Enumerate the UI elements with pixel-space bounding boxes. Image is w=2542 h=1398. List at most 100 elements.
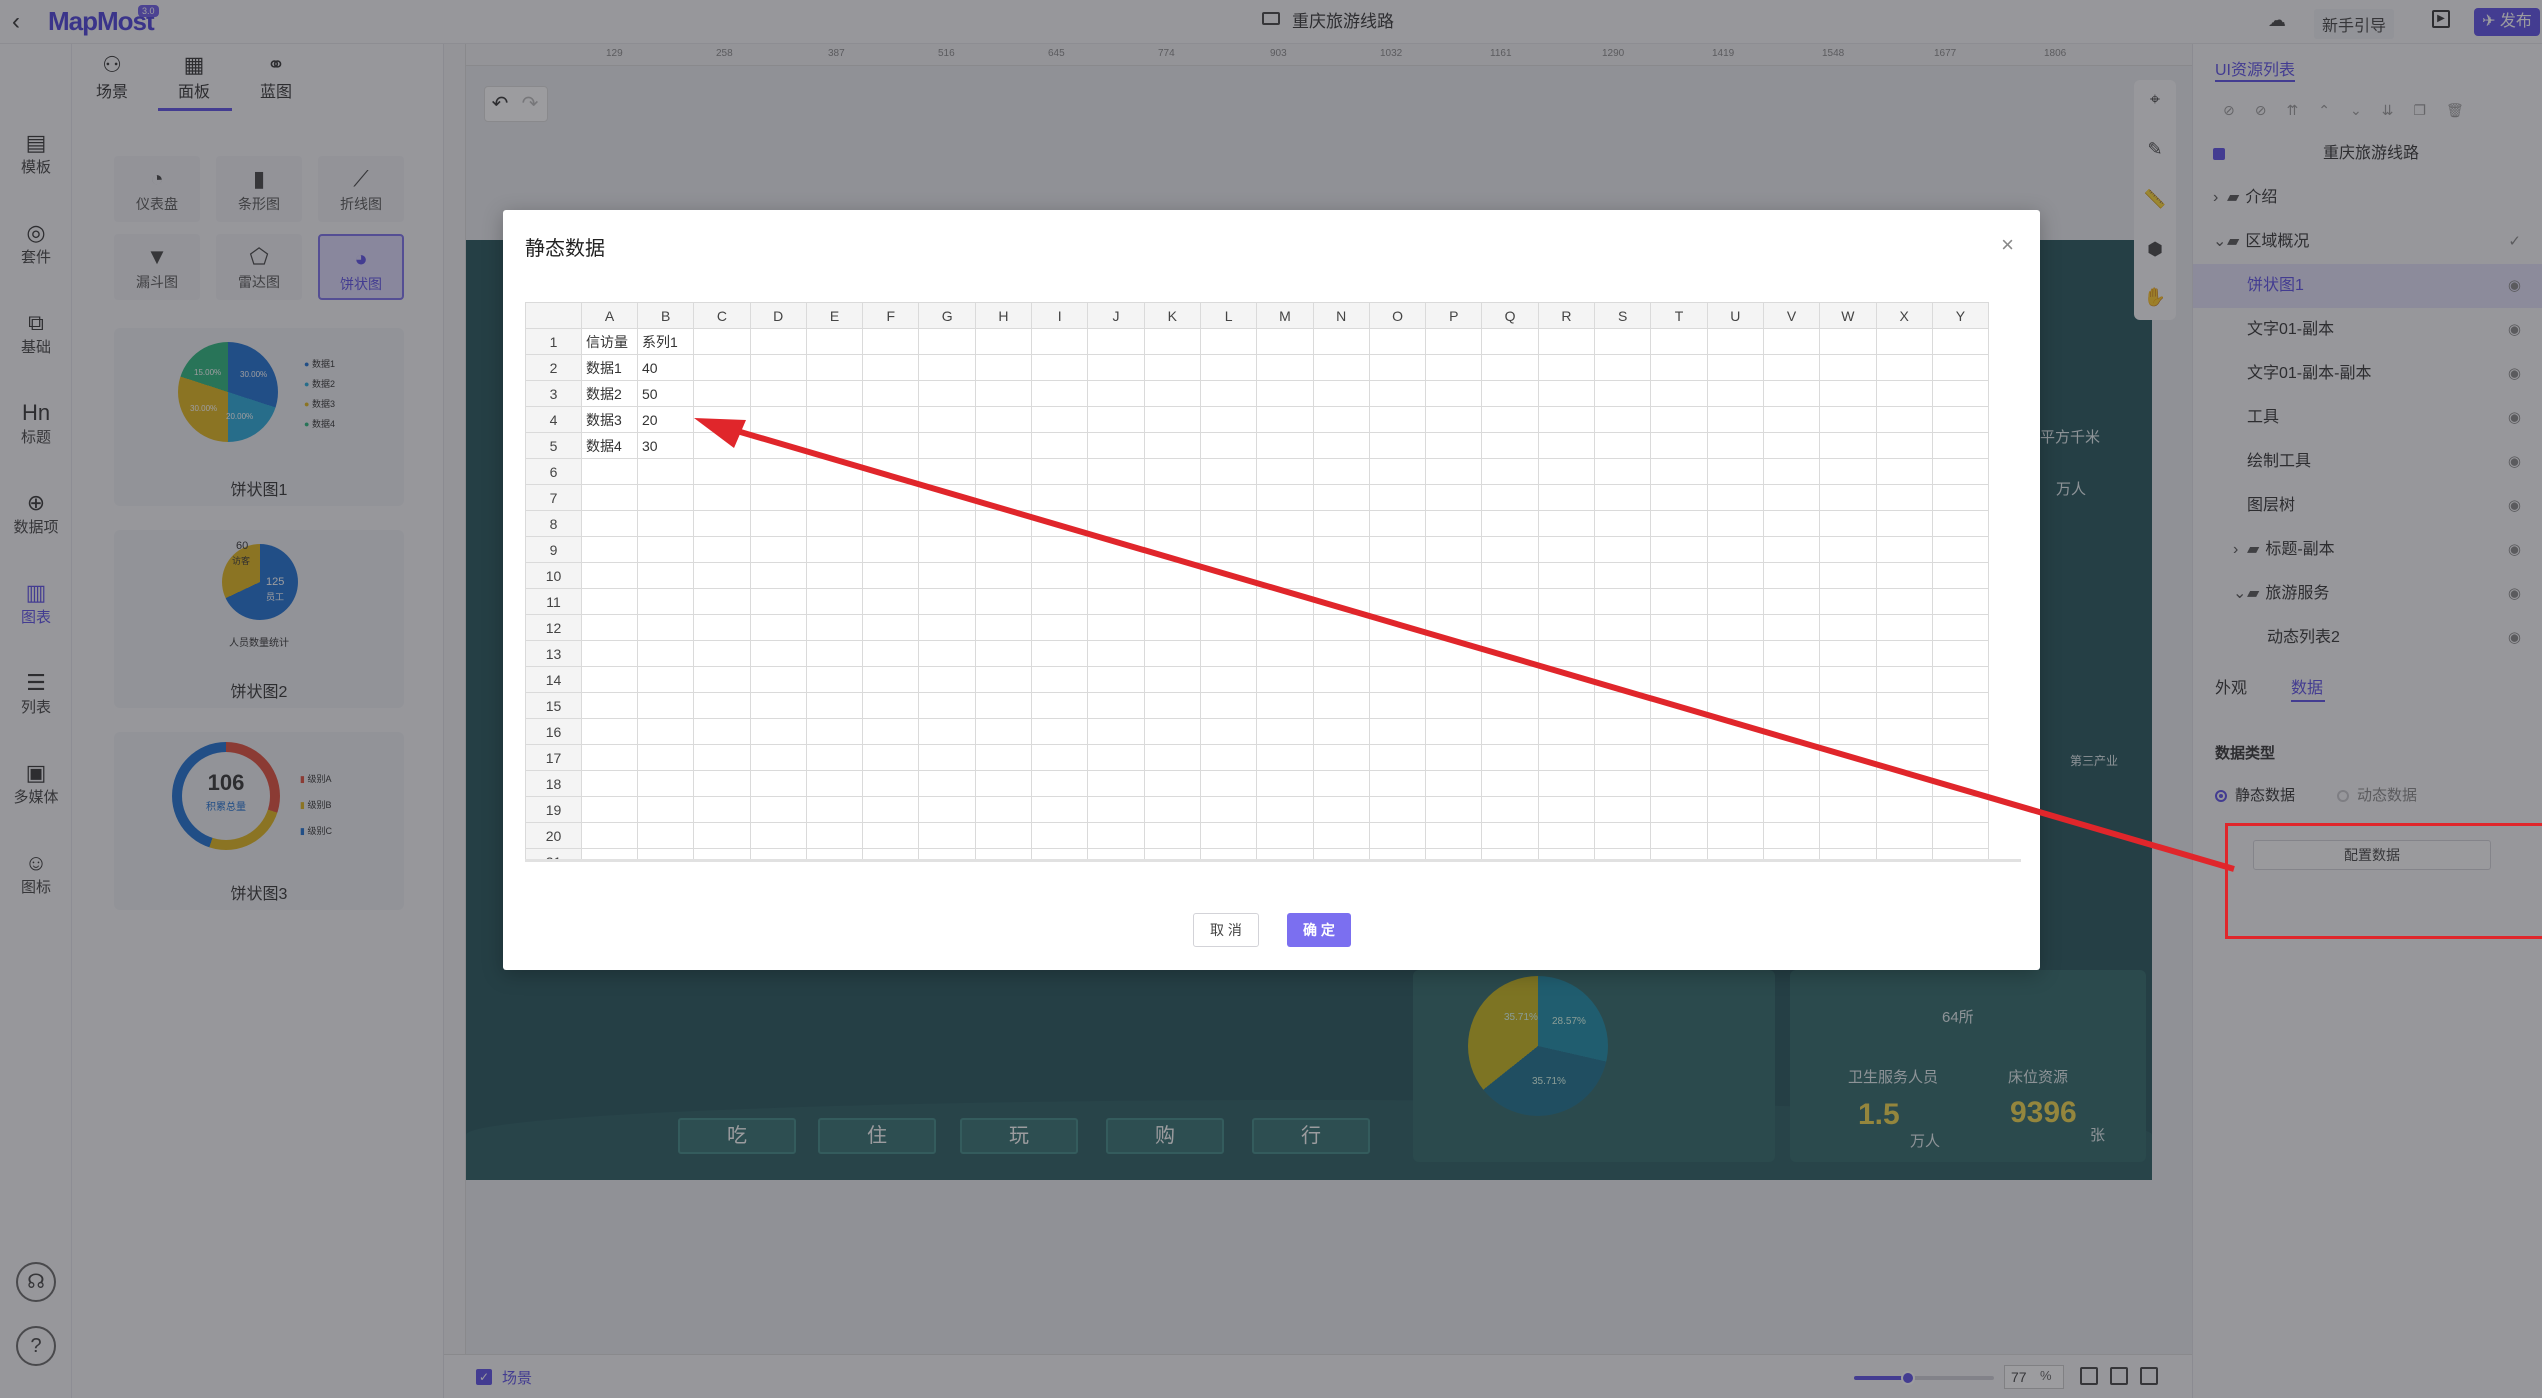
sheet-cell[interactable] <box>1199 796 1258 823</box>
sheet-cell[interactable] <box>1199 562 1258 589</box>
sheet-cell[interactable] <box>749 744 807 771</box>
sheet-cell[interactable] <box>693 796 751 823</box>
sheet-cell[interactable] <box>862 354 920 381</box>
sheet-cell[interactable] <box>1031 510 1089 537</box>
sheet-cell[interactable] <box>918 380 976 407</box>
sheet-cell[interactable] <box>581 666 638 693</box>
sheet-cell[interactable] <box>1425 588 1483 615</box>
column-header[interactable]: I <box>1031 302 1089 329</box>
sheet-cell[interactable] <box>1143 640 1201 667</box>
sheet-cell[interactable] <box>1199 484 1258 511</box>
sheet-cell[interactable] <box>636 484 695 511</box>
sheet-cell[interactable] <box>1143 484 1201 511</box>
sheet-cell[interactable] <box>862 536 920 563</box>
sheet-cell[interactable] <box>1143 380 1201 407</box>
sheet-cell[interactable] <box>1087 484 1145 511</box>
sheet-cell[interactable] <box>693 562 751 589</box>
column-header[interactable]: V <box>1762 302 1821 329</box>
sheet-cell[interactable] <box>749 640 807 667</box>
sheet-cell[interactable] <box>1087 614 1145 641</box>
sheet-cell[interactable] <box>749 510 807 537</box>
sheet-cell[interactable] <box>1425 718 1483 745</box>
sheet-cell[interactable] <box>1594 666 1652 693</box>
sheet-cell[interactable] <box>636 718 695 745</box>
sheet-cell[interactable] <box>693 770 751 797</box>
sheet-cell[interactable] <box>1594 614 1652 641</box>
sheet-cell[interactable] <box>1087 354 1145 381</box>
sheet-cell[interactable] <box>1931 484 1990 511</box>
sheet-cell[interactable] <box>1481 718 1539 745</box>
sheet-cell[interactable] <box>1931 796 1990 823</box>
column-header[interactable]: H <box>974 302 1033 329</box>
sheet-cell[interactable] <box>1537 458 1596 485</box>
row-header[interactable]: 9 <box>525 536 582 563</box>
sheet-cell[interactable] <box>581 822 638 849</box>
sheet-cell[interactable] <box>1706 640 1764 667</box>
sheet-cell[interactable] <box>1537 770 1596 797</box>
sheet-cell[interactable] <box>1650 588 1708 615</box>
sheet-cell[interactable] <box>581 614 638 641</box>
sheet-cell[interactable] <box>1481 692 1539 719</box>
sheet-cell[interactable]: 数据4 <box>581 432 638 459</box>
sheet-cell[interactable] <box>749 770 807 797</box>
sheet-cell[interactable] <box>1481 536 1539 563</box>
sheet-cell[interactable] <box>974 484 1033 511</box>
sheet-cell[interactable] <box>1537 432 1596 459</box>
sheet-cell[interactable] <box>693 588 751 615</box>
sheet-cell[interactable] <box>1819 354 1877 381</box>
sheet-cell[interactable] <box>1312 588 1370 615</box>
sheet-cell[interactable]: 20 <box>636 406 695 433</box>
sheet-cell[interactable] <box>1425 562 1483 589</box>
sheet-cell[interactable] <box>862 692 920 719</box>
sheet-cell[interactable] <box>1762 614 1821 641</box>
column-header[interactable]: O <box>1368 302 1427 329</box>
sheet-cell[interactable] <box>862 406 920 433</box>
sheet-cell[interactable] <box>1312 536 1370 563</box>
sheet-cell[interactable] <box>1819 822 1877 849</box>
sheet-cell[interactable] <box>1199 380 1258 407</box>
sheet-cell[interactable] <box>1875 666 1933 693</box>
sheet-cell[interactable] <box>1875 458 1933 485</box>
sheet-cell[interactable] <box>1031 562 1089 589</box>
sheet-cell[interactable] <box>1087 718 1145 745</box>
sheet-cell[interactable] <box>636 588 695 615</box>
sheet-cell[interactable] <box>1706 588 1764 615</box>
sheet-cell[interactable] <box>1087 744 1145 771</box>
sheet-cell[interactable] <box>1143 770 1201 797</box>
sheet-cell[interactable] <box>805 432 864 459</box>
sheet-cell[interactable] <box>862 484 920 511</box>
row-header[interactable]: 17 <box>525 744 582 771</box>
sheet-cell[interactable]: 40 <box>636 354 695 381</box>
sheet-cell[interactable] <box>1650 354 1708 381</box>
sheet-cell[interactable] <box>1931 562 1990 589</box>
sheet-cell[interactable] <box>1762 536 1821 563</box>
sheet-cell[interactable] <box>1312 458 1370 485</box>
sheet-cell[interactable] <box>805 562 864 589</box>
sheet-cell[interactable] <box>1087 510 1145 537</box>
sheet-cell[interactable] <box>1537 848 1596 859</box>
sheet-cell[interactable] <box>1312 406 1370 433</box>
sheet-cell[interactable] <box>1931 718 1990 745</box>
row-header[interactable]: 16 <box>525 718 582 745</box>
sheet-cell[interactable] <box>1762 770 1821 797</box>
sheet-cell[interactable] <box>1199 614 1258 641</box>
sheet-cell[interactable] <box>1087 770 1145 797</box>
sheet-cell[interactable] <box>1031 692 1089 719</box>
sheet-cell[interactable] <box>1537 718 1596 745</box>
sheet-cell[interactable] <box>1875 562 1933 589</box>
sheet-cell[interactable] <box>1312 822 1370 849</box>
sheet-cell[interactable] <box>805 380 864 407</box>
sheet-cell[interactable] <box>1256 822 1314 849</box>
sheet-cell[interactable] <box>1819 614 1877 641</box>
sheet-cell[interactable] <box>1594 432 1652 459</box>
sheet-cell[interactable]: 数据1 <box>581 354 638 381</box>
sheet-cell[interactable] <box>1931 822 1990 849</box>
sheet-cell[interactable] <box>1650 562 1708 589</box>
sheet-cell[interactable] <box>1875 848 1933 859</box>
sheet-cell[interactable] <box>974 432 1033 459</box>
sheet-cell[interactable] <box>1762 744 1821 771</box>
sheet-cell[interactable] <box>918 822 976 849</box>
sheet-cell[interactable] <box>805 848 864 859</box>
sheet-cell[interactable] <box>1650 744 1708 771</box>
sheet-cell[interactable] <box>636 536 695 563</box>
